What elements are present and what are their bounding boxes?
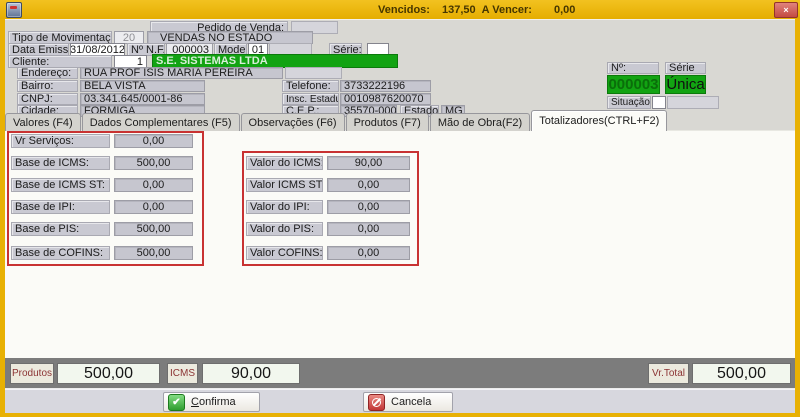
- valor-cofins-label: Valor COFINS:: [246, 246, 323, 260]
- numero-label: Nº:: [607, 62, 659, 74]
- valor-icms-st-label: Valor ICMS ST:: [246, 178, 323, 192]
- vencidos-label: Vencidos:: [378, 4, 430, 16]
- tab-produtos[interactable]: Produtos (F7): [346, 113, 429, 131]
- base-icms-label: Base de ICMS:: [11, 156, 110, 170]
- icms-total-label: ICMS: [167, 363, 198, 384]
- tab-label: Totalizadores(CTRL+F2): [539, 115, 659, 127]
- endereco-value: RUA PROF ISIS MARIA PEREIRA: [80, 67, 283, 79]
- tab-valores[interactable]: Valores (F4): [5, 113, 81, 131]
- situacao-label: Situação: [607, 96, 651, 109]
- valor-ipi-value: 0,00: [327, 200, 410, 214]
- tab-label: Valores (F4): [13, 117, 73, 129]
- tab-mao-de-obra[interactable]: Mão de Obra(F2): [430, 113, 530, 131]
- valor-icms-st-value: 0,00: [327, 178, 410, 192]
- base-cofins-value: 500,00: [114, 246, 193, 260]
- telefone-label: Telefone:: [282, 80, 339, 92]
- tab-label: Observações (F6): [249, 117, 337, 129]
- cnpj-value: 03.341.645/0001-86: [80, 93, 205, 105]
- tab-label: Dados Complementares (F5): [90, 117, 232, 129]
- vr-servicos-label: Vr Serviços:: [11, 134, 110, 148]
- tab-strip: Valores (F4) Dados Complementares (F5) O…: [5, 111, 668, 131]
- valor-icms-value: 90,00: [327, 156, 410, 170]
- endereco-extra-field: [285, 67, 342, 79]
- sales-order-window: Vencidos: 137,50 A Vencer: 0,00 × Pedido…: [0, 0, 800, 417]
- tab-label: Produtos (F7): [354, 117, 421, 129]
- base-pis-value: 500,00: [114, 222, 193, 236]
- app-icon: [6, 2, 22, 18]
- a-vencer-value: 0,00: [554, 4, 575, 16]
- base-ipi-label: Base de IPI:: [11, 200, 110, 214]
- base-icms-st-value: 0,00: [114, 178, 193, 192]
- produtos-total-value: 500,00: [57, 363, 160, 384]
- check-icon: ✔: [168, 394, 185, 411]
- base-icms-value: 500,00: [114, 156, 193, 170]
- vencidos-value: 137,50: [442, 4, 476, 16]
- cliente-name-field: S.E. SISTEMAS LTDA: [152, 54, 398, 68]
- vrtotal-label: Vr.Total: [648, 363, 689, 384]
- confirm-button[interactable]: ✔ Confirma: [163, 392, 260, 412]
- cnpj-label: CNPJ:: [17, 93, 78, 105]
- close-icon: ×: [783, 5, 788, 15]
- valor-icms-label: Valor do ICMS:: [246, 156, 323, 170]
- tab-label: Mão de Obra(F2): [438, 117, 522, 129]
- insc-estadual-label: Insc. Estadual:: [282, 93, 339, 105]
- numero-value: 000003: [607, 75, 660, 94]
- vrtotal-value: 500,00: [692, 363, 791, 384]
- tab-dados-complementares[interactable]: Dados Complementares (F5): [82, 113, 240, 131]
- bairro-label: Bairro:: [17, 80, 78, 92]
- valor-cofins-value: 0,00: [327, 246, 410, 260]
- base-ipi-value: 0,00: [114, 200, 193, 214]
- valor-pis-value: 0,00: [327, 222, 410, 236]
- valor-pis-label: Valor do PIS:: [246, 222, 323, 236]
- produtos-total-label: Produtos: [10, 363, 54, 384]
- close-button[interactable]: ×: [774, 2, 798, 18]
- situacao-checkbox[interactable]: [652, 96, 666, 109]
- insc-estadual-value: 0010987620070: [340, 93, 431, 105]
- cancel-button[interactable]: Cancela: [363, 392, 453, 412]
- cancel-button-label: Cancela: [391, 396, 431, 408]
- confirm-button-label: Confirma: [191, 396, 236, 408]
- vr-servicos-value: 0,00: [114, 134, 193, 148]
- telefone-value: 3733222196: [340, 80, 431, 92]
- valor-ipi-label: Valor do IPI:: [246, 200, 323, 214]
- tab-totalizadores[interactable]: Totalizadores(CTRL+F2): [531, 110, 667, 131]
- tab-observacoes[interactable]: Observações (F6): [241, 113, 345, 131]
- base-cofins-label: Base de COFINS:: [11, 246, 110, 260]
- a-vencer-label: A Vencer:: [482, 4, 532, 16]
- endereco-label: Endereço:: [17, 67, 78, 79]
- serie-col-value: Única: [665, 75, 706, 94]
- cancel-icon: [368, 394, 385, 411]
- serie-col-label: Série: [665, 62, 706, 74]
- base-icms-st-label: Base de ICMS ST:: [11, 178, 110, 192]
- titlebar: Vencidos: 137,50 A Vencer: 0,00 ×: [0, 0, 800, 19]
- icms-total-value: 90,00: [202, 363, 300, 384]
- situacao-field: [667, 96, 719, 109]
- base-pis-label: Base de PIS:: [11, 222, 110, 236]
- titlebar-summary: Vencidos: 137,50 A Vencer: 0,00: [378, 3, 575, 16]
- bairro-value: BELA VISTA: [80, 80, 205, 92]
